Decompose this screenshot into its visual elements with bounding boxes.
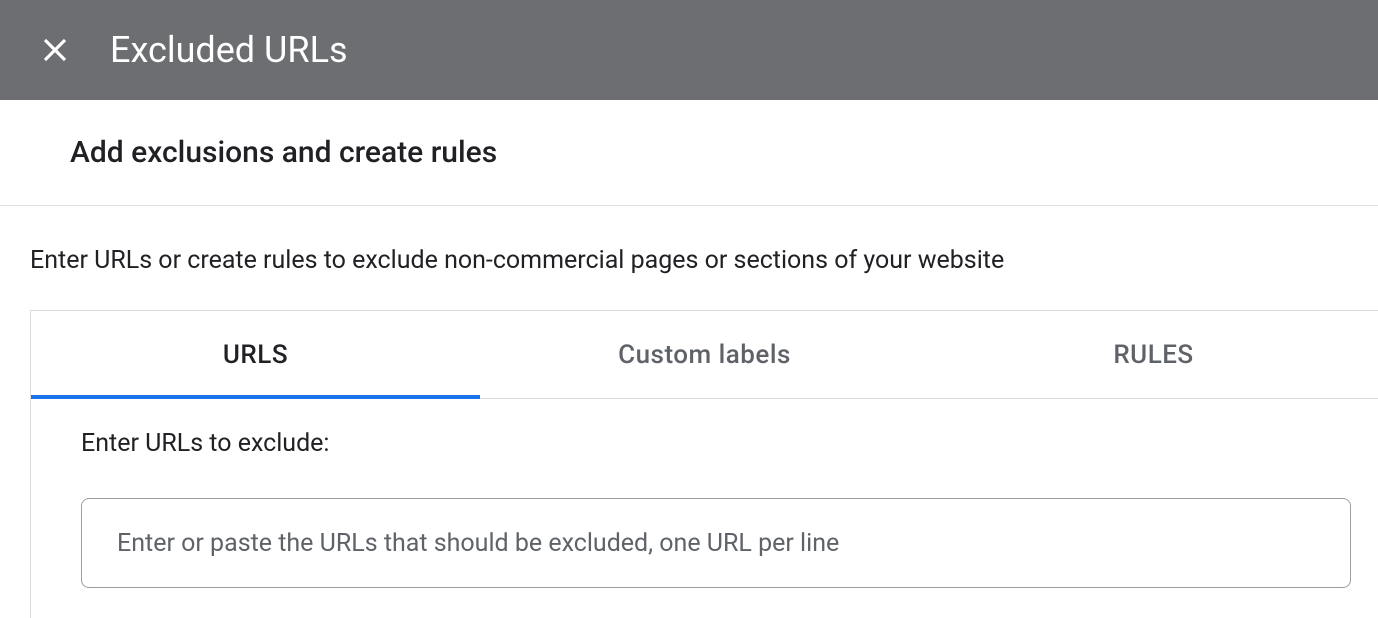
close-button[interactable] xyxy=(40,35,70,65)
dialog-content: Add exclusions and create rules Enter UR… xyxy=(0,100,1378,618)
tabs: URLS Custom labels RULES xyxy=(31,311,1378,399)
dialog-header: Excluded URLs xyxy=(0,0,1378,100)
tab-content-urls: Enter URLs to exclude: xyxy=(31,399,1378,618)
urls-input[interactable] xyxy=(81,498,1351,588)
tab-urls[interactable]: URLS xyxy=(31,311,480,398)
tab-label: Custom labels xyxy=(618,340,791,370)
tab-rules[interactable]: RULES xyxy=(929,311,1378,398)
tab-label: URLS xyxy=(223,340,288,370)
section-title: Add exclusions and create rules xyxy=(0,135,1378,206)
tab-label: RULES xyxy=(1113,340,1193,370)
tabs-container: URLS Custom labels RULES Enter URLs to e… xyxy=(30,310,1378,618)
dialog-title: Excluded URLs xyxy=(110,29,348,71)
section-description: Enter URLs or create rules to exclude no… xyxy=(0,206,1378,310)
close-icon xyxy=(40,35,70,65)
urls-field-label: Enter URLs to exclude: xyxy=(81,429,1328,458)
tab-custom-labels[interactable]: Custom labels xyxy=(480,311,929,398)
